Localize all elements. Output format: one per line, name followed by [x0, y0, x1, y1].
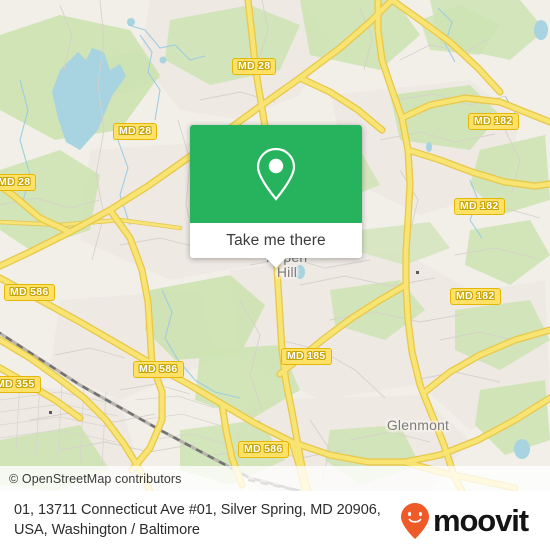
road-shield-md-586-mid: MD 586	[133, 361, 184, 378]
location-pin-icon	[256, 147, 296, 201]
place-label-glenmont: Glenmont	[386, 417, 450, 433]
road-shield-md-28-north: MD 28	[232, 58, 277, 75]
road-shield-md-28-west: MD 28	[0, 174, 37, 191]
address-text: 01, 13711 Connecticut Ave #01, Silver Sp…	[14, 502, 381, 538]
footer-bar: 01, 13711 Connecticut Ave #01, Silver Sp…	[0, 491, 550, 550]
take-me-there-button[interactable]: Take me there	[190, 223, 362, 268]
road-shield-md-28-mid: MD 28	[113, 123, 158, 140]
callout-pin-area	[190, 125, 362, 223]
road-shield-md-182-north: MD 182	[468, 113, 519, 130]
road-shield-md-182-mid: MD 182	[454, 198, 505, 215]
map-canvas[interactable]: Aspen Hill Glenmont MD 28 MD 28 MD 28 MD…	[0, 0, 550, 491]
road-shield-md-182-south: MD 182	[450, 288, 501, 305]
location-callout-card[interactable]: Take me there	[190, 125, 362, 268]
road-shield-md-586-west: MD 586	[4, 284, 55, 301]
openstreetmap-attribution[interactable]: © OpenStreetMap contributors	[0, 472, 182, 486]
map-attribution-bar: © OpenStreetMap contributors	[0, 466, 550, 491]
road-shield-md-185: MD 185	[281, 348, 332, 365]
moovit-location-card: Aspen Hill Glenmont MD 28 MD 28 MD 28 MD…	[0, 0, 550, 550]
moovit-brand[interactable]: moovit	[400, 502, 536, 540]
moovit-pin-smiley-icon	[400, 502, 429, 539]
moovit-wordmark: moovit	[432, 503, 529, 538]
road-shield-md-586-south: MD 586	[238, 441, 289, 458]
road-shield-md-355: MD 355	[0, 376, 41, 393]
callout-tail	[265, 257, 287, 268]
take-me-there-label: Take me there	[226, 231, 326, 249]
